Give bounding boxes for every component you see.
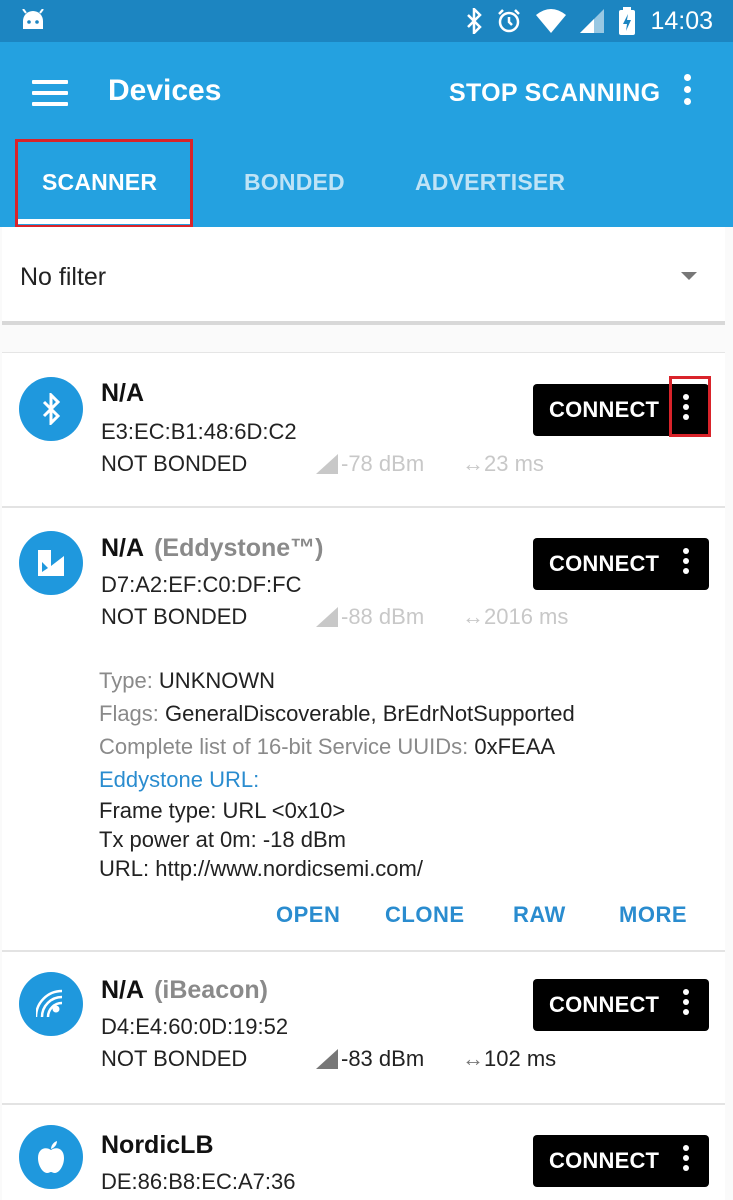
ibeacon-icon <box>19 972 83 1036</box>
device-more-options-icon[interactable] <box>681 1145 691 1179</box>
dropdown-arrow-icon <box>681 272 697 280</box>
advertising-interval: ↔102 ms <box>462 1046 557 1071</box>
android-icon <box>22 9 44 29</box>
status-time: 14:03 <box>650 6 713 35</box>
device-item[interactable]: N/A E3:EC:B1:48:6D:C2 NOT BONDED -78 dBm… <box>2 353 725 508</box>
overflow-menu-icon[interactable] <box>674 74 700 114</box>
connect-button[interactable]: CONNECT <box>533 979 709 1031</box>
eddystone-icon <box>19 531 83 595</box>
tab-bonded[interactable]: BONDED <box>244 169 345 196</box>
filter-dropdown[interactable]: No filter <box>2 227 725 325</box>
bond-state: NOT BONDED <box>101 451 248 476</box>
device-address: D4:E4:60:0D:19:52 <box>101 1014 289 1039</box>
open-button[interactable]: OPEN <box>276 902 340 928</box>
tab-advertiser[interactable]: ADVERTISER <box>415 169 565 196</box>
bluetooth-icon <box>467 8 483 34</box>
clone-button[interactable]: CLONE <box>385 902 465 928</box>
device-more-options-icon[interactable] <box>681 548 691 582</box>
device-address: E3:EC:B1:48:6D:C2 <box>101 419 297 444</box>
wifi-icon <box>536 9 567 33</box>
connect-button[interactable]: CONNECT <box>533 1135 709 1187</box>
bluetooth-icon <box>19 377 83 441</box>
signal-strength-icon <box>316 607 338 627</box>
connect-button[interactable]: CONNECT <box>533 538 709 590</box>
interval-arrows-icon: ↔ <box>462 1046 484 1071</box>
rssi-value: -78 dBm <box>316 451 424 477</box>
filter-selected-value: No filter <box>20 263 107 291</box>
hamburger-menu-icon[interactable] <box>32 80 68 106</box>
device-name: N/A (Eddystone™) <box>101 534 324 562</box>
flags-key: Flags: <box>99 701 166 726</box>
alarm-icon <box>498 9 521 33</box>
advertising-details: Type: UNKNOWN Flags: GeneralDiscoverable… <box>99 664 575 883</box>
rssi-value: -88 dBm <box>316 604 424 630</box>
device-name: NordicLB <box>101 1131 214 1159</box>
connect-label: CONNECT <box>549 397 660 422</box>
flags-value: GeneralDiscoverable, BrEdrNotSupported <box>165 701 575 726</box>
raw-button[interactable]: RAW <box>513 902 566 928</box>
page-title: Devices <box>108 74 222 107</box>
advertising-interval: ↔2016 ms <box>462 604 569 629</box>
device-type-label: (Eddystone™) <box>154 534 324 562</box>
battery-charging-icon <box>619 7 636 35</box>
eddystone-header: Eddystone URL: <box>99 767 260 792</box>
advertising-interval: ↔23 ms <box>462 451 544 476</box>
device-name: N/A (iBeacon) <box>101 976 268 1004</box>
connect-label: CONNECT <box>549 1148 660 1173</box>
interval-arrows-icon: ↔ <box>462 604 484 629</box>
connect-label: CONNECT <box>549 551 660 576</box>
signal-icon <box>580 9 605 33</box>
device-address: D7:A2:EF:C0:DF:FC <box>101 572 302 597</box>
uuids-key: Complete list of 16-bit Service UUIDs: <box>99 734 475 759</box>
interval-arrows-icon: ↔ <box>462 451 484 476</box>
device-more-options-icon[interactable] <box>681 989 691 1023</box>
device-item[interactable]: N/A (iBeacon) D4:E4:60:0D:19:52 NOT BONDE… <box>2 952 725 1105</box>
device-type-label: (iBeacon) <box>154 976 268 1004</box>
bond-state: NOT BONDED <box>101 604 248 629</box>
type-key: Type: <box>99 668 159 693</box>
device-address: DE:86:B8:EC:A7:36 <box>101 1169 296 1194</box>
frame-type: Frame type: URL <0x10> <box>99 798 346 823</box>
apple-icon <box>19 1125 83 1189</box>
signal-strength-icon <box>316 1049 338 1069</box>
stop-scanning-button[interactable]: STOP SCANNING <box>449 79 660 108</box>
bond-state: NOT BONDED <box>101 1046 248 1071</box>
tab-highlight-box <box>15 139 193 228</box>
device-item[interactable]: NordicLB DE:86:B8:EC:A7:36 CONNECT <box>2 1105 725 1200</box>
eddystone-url: URL: http://www.nordicsemi.com/ <box>99 856 423 881</box>
connect-label: CONNECT <box>549 992 660 1017</box>
signal-strength-icon <box>316 454 338 474</box>
uuids-value: 0xFEAA <box>474 734 556 759</box>
device-name: N/A <box>101 379 145 407</box>
more-button[interactable]: MORE <box>619 902 687 928</box>
more-options-highlight-box <box>669 376 711 437</box>
type-value: UNKNOWN <box>158 668 276 693</box>
rssi-value: -83 dBm <box>316 1046 424 1072</box>
status-bar: 14:03 <box>0 0 733 42</box>
tx-power: Tx power at 0m: -18 dBm <box>99 827 346 852</box>
